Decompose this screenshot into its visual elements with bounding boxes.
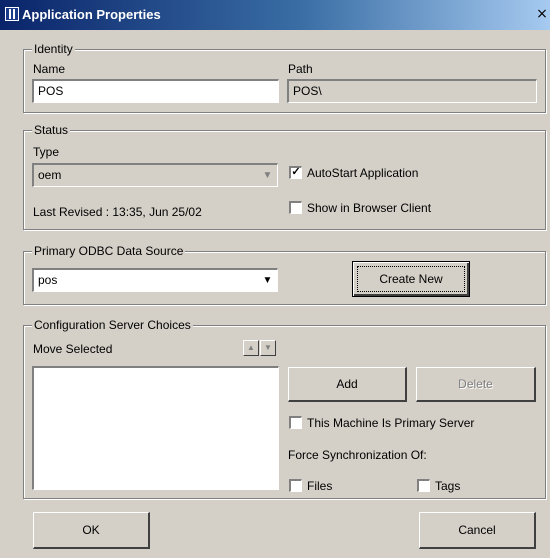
files-label: Files [307, 479, 333, 493]
ok-button[interactable]: OK [33, 512, 150, 549]
browser-client-label: Show in Browser Client [307, 201, 432, 215]
odbc-source-combo[interactable]: pos ▼ [32, 268, 278, 292]
chevron-down-icon: ▼ [262, 170, 273, 181]
identity-group-label: Identity [32, 42, 75, 56]
move-up-icon[interactable]: ▲ [243, 340, 259, 356]
force-sync-label: Force Synchronization Of: [288, 448, 427, 462]
focus-rect [357, 266, 465, 292]
primary-server-checkbox[interactable] [289, 416, 302, 429]
title-bar[interactable]: Application Properties × [0, 0, 550, 30]
move-down-icon[interactable]: ▼ [260, 340, 276, 356]
close-icon[interactable]: × [536, 7, 548, 21]
status-group-label: Status [32, 123, 71, 137]
path-label: Path [288, 62, 313, 76]
add-button[interactable]: Add [288, 367, 407, 402]
app-icon [5, 7, 19, 21]
window-title: Application Properties [22, 7, 161, 22]
last-revised-text: Last Revised : 13:35, Jun 25/02 [33, 205, 202, 219]
type-value: oem [38, 168, 62, 182]
autostart-label: AutoStart Application [307, 166, 419, 180]
cancel-button[interactable]: Cancel [419, 512, 536, 549]
tags-label: Tags [435, 479, 461, 493]
type-combo: oem ▼ [32, 163, 278, 187]
primary-server-label: This Machine Is Primary Server [307, 416, 475, 430]
path-field: POS\ [287, 79, 537, 103]
browser-client-checkbox[interactable] [289, 201, 302, 214]
autostart-checkbox[interactable]: ✓ [289, 166, 302, 179]
odbc-group-label: Primary ODBC Data Source [32, 244, 186, 258]
files-checkbox[interactable] [289, 479, 302, 492]
server-list[interactable] [32, 366, 279, 490]
create-new-button[interactable]: Create New [352, 261, 470, 297]
type-label: Type [33, 145, 60, 159]
tags-checkbox[interactable] [417, 479, 430, 492]
move-selected-label: Move Selected [33, 342, 113, 356]
name-label: Name [33, 62, 66, 76]
odbc-source-value: pos [38, 273, 58, 287]
delete-button[interactable]: Delete [416, 367, 536, 402]
config-group-label: Configuration Server Choices [32, 318, 193, 332]
chevron-down-icon[interactable]: ▼ [259, 271, 276, 290]
name-field[interactable]: POS [32, 79, 279, 103]
